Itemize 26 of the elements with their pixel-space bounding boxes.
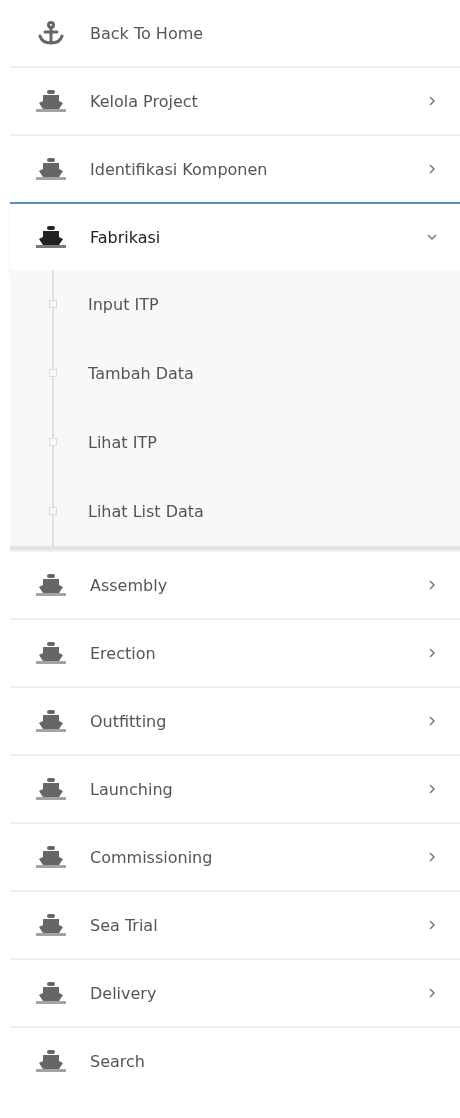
- ship-icon: [35, 89, 67, 113]
- menu-item[interactable]: Erection: [10, 618, 460, 686]
- ship-icon: [35, 777, 67, 801]
- ship-icon: [35, 573, 67, 597]
- menu-item[interactable]: Sea Trial: [10, 890, 460, 958]
- ship-icon: [35, 913, 67, 937]
- menu-item[interactable]: Search: [10, 1026, 460, 1094]
- menu-item[interactable]: Outfitting: [10, 686, 460, 754]
- submenu-item[interactable]: Input ITP: [10, 270, 460, 339]
- menu-item[interactable]: Launching: [10, 754, 460, 822]
- ship-icon: [35, 845, 67, 869]
- ship-icon: [35, 641, 67, 665]
- ship-icon: [35, 157, 67, 181]
- ship-icon: [35, 709, 67, 733]
- submenu-item[interactable]: Lihat ITP: [10, 408, 460, 477]
- menu-item[interactable]: Delivery: [10, 958, 460, 1026]
- ship-icon: [35, 225, 67, 249]
- menu-item[interactable]: Identifikasi Komponen: [10, 134, 460, 202]
- submenu-item[interactable]: Tambah Data: [10, 339, 460, 408]
- menu-item[interactable]: Assembly: [10, 550, 460, 618]
- menu-item[interactable]: Kelola Project: [10, 66, 460, 134]
- menu-item[interactable]: Back To Home: [10, 0, 460, 66]
- submenu-item[interactable]: Lihat List Data: [10, 477, 460, 546]
- ship-icon: [35, 981, 67, 1005]
- ship-icon: [35, 1049, 67, 1073]
- menu-item[interactable]: Commissioning: [10, 822, 460, 890]
